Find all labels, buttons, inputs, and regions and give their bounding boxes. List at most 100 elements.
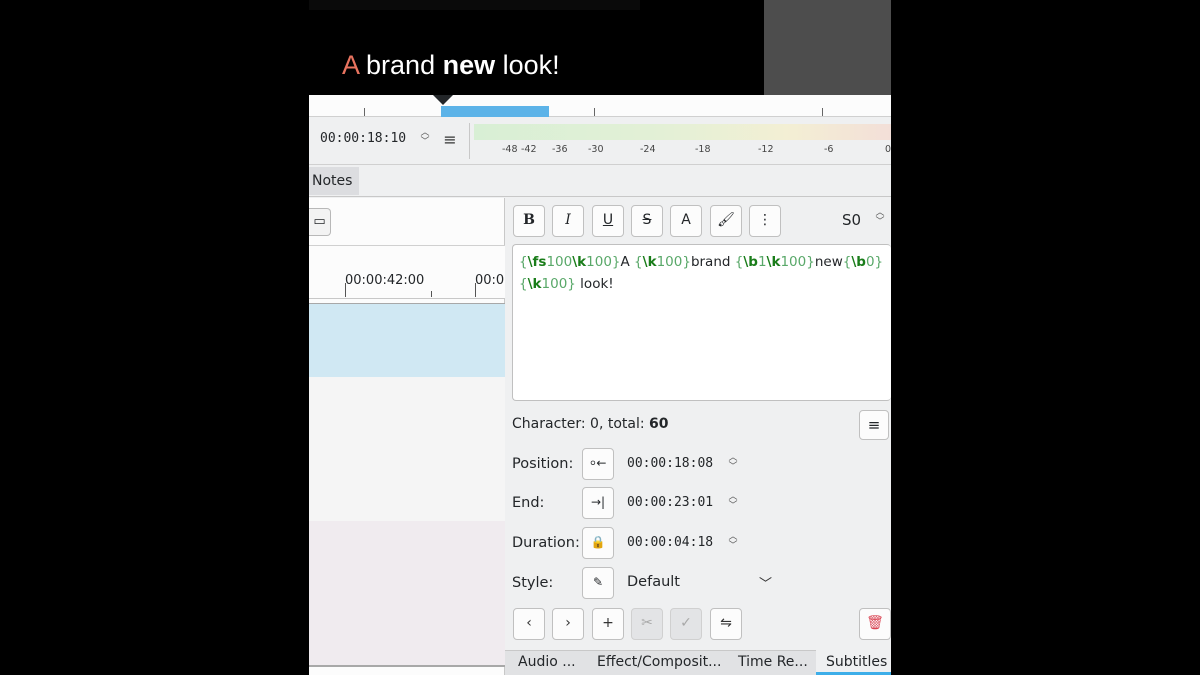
subtitle-text-segment: { [519,276,528,292]
subtitle-text-segment: \k [766,254,781,270]
subtitle-text-segment: new [814,254,843,270]
ruler-tick [345,283,346,297]
character-count: Character: 0, total: 60 [512,416,669,432]
preview-subtitle: A brand new look! [342,50,560,81]
meter-label: -12 [758,144,774,155]
ruler-tick [822,108,823,116]
preview-top-strip [309,0,640,10]
subtitle-text-segment: A [620,254,635,270]
font-color-button[interactable]: A [670,205,702,237]
timeline-track[interactable] [309,449,505,523]
lock-icon[interactable]: 🔒 [582,527,614,559]
chevron-updown-icon[interactable]: ︿ ﹀ [727,454,739,474]
subtitle-text-segment: } [874,254,884,270]
subtitle-text-segment: \k [642,254,657,270]
chevron-updown-icon[interactable]: ︿ ﹀ [874,209,886,229]
hamburger-icon[interactable]: ≡ [859,410,889,440]
ruler-tick [431,291,432,297]
timeline-track[interactable] [309,377,505,451]
trash-icon[interactable]: 🗑 [859,608,891,640]
subtitle-icon[interactable]: ▭ [309,208,331,236]
check-icon[interactable]: ✓ [670,608,702,640]
char-count-total: 60 [649,416,669,432]
monitor-ruler[interactable] [309,95,891,117]
end-label: End: [512,495,545,511]
timeline-time-label: 00:00 [475,273,505,288]
subtitle-text-segment: \b [743,254,758,270]
chevron-updown-icon[interactable]: ︿ ﹀ [727,493,739,513]
hamburger-icon[interactable]: ≡ [441,132,459,148]
subtitle-text-segment: 100 [780,254,807,270]
subtitle-text-segment: brand [690,254,735,270]
ruler-tick [594,108,595,116]
dock-tab-row [309,165,891,197]
strikethrough-button[interactable]: S [631,205,663,237]
brush-icon[interactable]: 🖌 [710,205,742,237]
meter-label: 0 [885,144,891,155]
tab-time-remapping[interactable]: Time Re... [738,654,808,670]
subtitle-bold-word: new [442,50,496,80]
tab-effect-composition[interactable]: Effect/Composit... [597,654,721,670]
bold-button[interactable]: B [513,205,545,237]
subtitle-text-segment: \b [851,254,866,270]
subtitle-text-editor[interactable]: {\fs100\k100}A {\k100}brand {\b1\k100}ne… [512,244,891,401]
position-label: Position: [512,456,574,472]
subtitle-text-segment: 100 [586,254,612,270]
subtitle-text-segment: } [567,276,576,292]
end-input[interactable]: 00:00:23:01 [627,495,713,510]
audio-meter [474,124,891,140]
duration-label: Duration: [512,535,580,551]
pin-icon[interactable]: ⸰← [582,448,614,480]
meter-label: -30 [588,144,604,155]
app-window: 00:00:18:10 ︿ ﹀ ≡ -48 -42 -36 -30 -24 -18… [309,95,891,675]
italic-button[interactable]: I [552,205,584,237]
timeline-time-label: 00:00:42:00 [345,273,425,288]
next-icon[interactable]: › [552,608,584,640]
chevron-updown-icon[interactable]: ︿ ﹀ [727,533,739,553]
subtitle-mid: brand [358,50,443,80]
meter-label: -48 [502,144,518,155]
meter-label: -18 [695,144,711,155]
meter-label: -24 [640,144,656,155]
subtitle-text-segment: 100 [656,254,683,270]
chevron-updown-icon[interactable]: ︿ ﹀ [419,129,431,149]
subtitle-text-segment: \k [572,254,587,270]
preview-gray-area [764,0,891,95]
subtitle-text-segment: 100 [546,254,573,270]
prev-icon[interactable]: ‹ [513,608,545,640]
more-icon[interactable]: ⋮ [749,205,781,237]
adjust-icon[interactable]: ⇋ [710,608,742,640]
style-select[interactable]: Default [627,574,680,590]
playhead-marker[interactable] [433,95,453,105]
timecode-display[interactable]: 00:00:18:10 [320,131,406,146]
underline-button[interactable]: U [592,205,624,237]
position-input[interactable]: 00:00:18:08 [627,456,713,471]
subtitle-first-letter: A [342,50,359,80]
zone-marker[interactable] [441,106,549,117]
add-icon[interactable]: + [592,608,624,640]
chevron-down-icon[interactable]: ﹀ [759,573,772,592]
timeline-track-audio[interactable] [309,593,505,667]
toolbar-separator [469,123,470,159]
set-end-icon[interactable]: →| [582,487,614,519]
tab-subtitles[interactable]: Subtitles [826,654,887,670]
subtitle-text-segment: 1 [757,254,767,270]
tab-notes[interactable]: Notes [309,167,359,195]
subtitle-text-segment: } [611,254,621,270]
meter-label: -6 [824,144,834,155]
timeline-track-video[interactable] [309,303,505,380]
subtitle-text-segment: } [806,254,815,270]
ruler-tick [475,283,476,297]
subtitle-text-segment: look! [575,276,614,292]
meter-label: -36 [552,144,568,155]
subtitle-text-segment: \k [527,276,542,292]
subtitle-text-segment: } [682,254,691,270]
pen-icon[interactable]: ✎ [582,567,614,599]
subtitle-text-segment: \fs [527,254,547,270]
duration-input[interactable]: 00:00:04:18 [627,535,713,550]
tab-audio[interactable]: Audio ... [518,654,576,670]
subtitle-text-segment: { [634,254,643,270]
cut-icon[interactable]: ✂ [631,608,663,640]
style-code-select[interactable]: S0 [842,211,861,229]
timeline-track-audio[interactable] [309,521,505,595]
